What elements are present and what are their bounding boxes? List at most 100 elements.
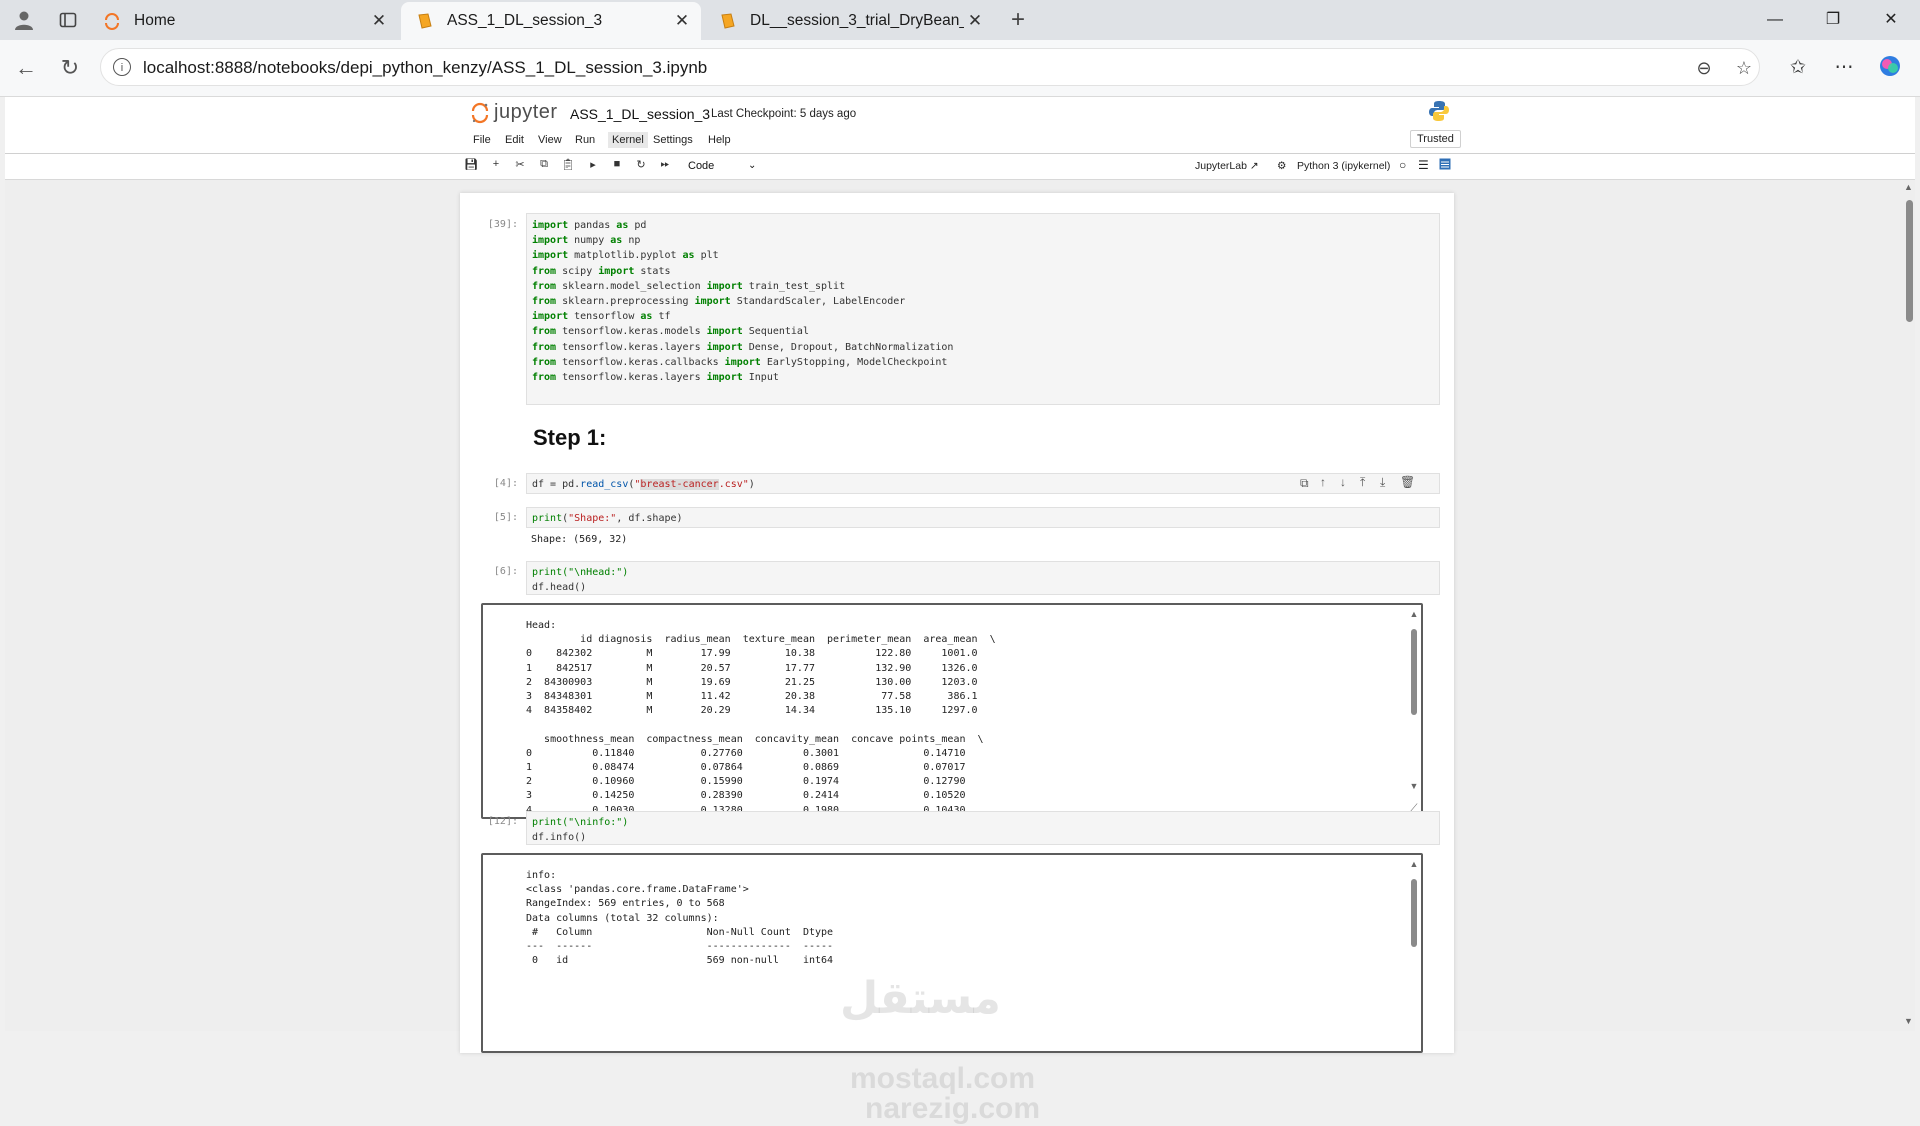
- address-text: localhost:8888/notebooks/depi_python_ken…: [143, 58, 708, 77]
- code-line-text: df.info(): [532, 832, 587, 844]
- favorite-star-icon[interactable]: ☆: [1733, 57, 1755, 79]
- profile-icon[interactable]: [12, 8, 36, 32]
- new-tab-icon[interactable]: +: [1006, 6, 1030, 33]
- tab-ass-1-dl-session-3[interactable]: ASS_1_DL_session_3 ✕: [401, 2, 701, 40]
- more-menu-icon[interactable]: ⋯: [1830, 54, 1858, 82]
- scroll-thumb[interactable]: [1906, 200, 1913, 322]
- refresh-icon[interactable]: ↻: [56, 54, 84, 82]
- zoom-icon[interactable]: ⊖: [1693, 57, 1715, 79]
- window-close-icon[interactable]: ✕: [1868, 8, 1914, 32]
- jupyterlab-link-label: JupyterLab: [1195, 160, 1247, 172]
- copy-icon[interactable]: ⧉: [536, 158, 552, 171]
- code-line: import pandas as pd: [532, 220, 647, 231]
- output-line: 2 0.10960 0.15990 0.1974 0.12790: [526, 776, 984, 788]
- cell-type-select[interactable]: Code ⌄: [688, 160, 756, 172]
- output-text: Head: id diagnosis radius_mean texture_m…: [526, 619, 996, 817]
- insert-cell-icon[interactable]: +: [488, 158, 504, 170]
- code-line: print("\ninfo:"): [532, 815, 1434, 830]
- scroll-down-icon[interactable]: ▼: [1409, 781, 1419, 791]
- python-logo-icon: [1429, 101, 1449, 121]
- jupyter-logo[interactable]: jupyter: [470, 101, 558, 124]
- minimize-icon[interactable]: —: [1752, 8, 1798, 32]
- insert-above-icon[interactable]: ⤒: [1360, 475, 1365, 490]
- output-line: 3 84348301 M 11.42 20.38 77.58 386.1: [526, 691, 996, 703]
- menu-settings[interactable]: Settings: [653, 134, 693, 146]
- paste-icon[interactable]: 📋︎: [560, 158, 576, 171]
- code-editor[interactable]: print("\ninfo:") df.info(): [526, 811, 1440, 845]
- code-editor[interactable]: print("Shape:", df.shape): [526, 507, 1440, 528]
- output-line: # Column Non-Null Count Dtype: [526, 926, 846, 938]
- output-line: Head:: [526, 620, 557, 631]
- list-icon[interactable]: ☰: [1418, 158, 1429, 172]
- code-line: print("Shape:", df.shape): [532, 513, 683, 524]
- close-icon[interactable]: ✕: [964, 11, 986, 31]
- jupyterlab-link[interactable]: JupyterLab ↗: [1195, 160, 1259, 172]
- browser-tab-bar: Home ✕ ASS_1_DL_session_3 ✕ DL__session_…: [0, 0, 1920, 40]
- insert-below-icon[interactable]: ⤓: [1380, 475, 1385, 490]
- scroll-up-icon[interactable]: ▲: [1409, 859, 1419, 869]
- code-line-text: print("\nHead:"): [532, 567, 629, 578]
- scroll-up-icon[interactable]: ▲: [1904, 182, 1913, 192]
- output-line: RangeIndex: 569 entries, 0 to 568: [526, 898, 725, 910]
- output-scrollbar[interactable]: ▲: [1407, 855, 1421, 1051]
- move-up-icon[interactable]: ↑: [1320, 475, 1326, 489]
- menu-help[interactable]: Help: [708, 134, 731, 146]
- delete-cell-icon[interactable]: 🗑︎: [1400, 475, 1415, 489]
- kernel-name[interactable]: Python 3 (ipykernel): [1297, 160, 1390, 172]
- tab-home[interactable]: Home ✕: [88, 2, 398, 40]
- output-scrollbar[interactable]: ▲ ▼ ⟋: [1407, 605, 1421, 817]
- copilot-icon[interactable]: [1876, 54, 1904, 82]
- menu-file[interactable]: File: [473, 134, 491, 146]
- scroll-thumb[interactable]: [1411, 629, 1417, 715]
- scroll-thumb[interactable]: [1411, 879, 1417, 947]
- cell-prompt: [39]:: [487, 219, 518, 230]
- close-icon[interactable]: ✕: [368, 11, 390, 31]
- close-icon[interactable]: ✕: [671, 11, 693, 31]
- tab-dl-session-3-trial[interactable]: DL__session_3_trial_DryBean_&_Ir ✕: [704, 2, 994, 40]
- cell-prompt: [12]:: [487, 816, 518, 827]
- code-line: df.info(): [532, 830, 1434, 845]
- menu-view[interactable]: View: [538, 134, 562, 146]
- notebook-panel: [39]: import pandas as pd import numpy a…: [460, 193, 1454, 1053]
- output-line: 2 84300903 M 19.69 21.25 130.00 1203.0: [526, 676, 996, 688]
- menu-edit[interactable]: Edit: [505, 134, 524, 146]
- sidebar-toggle-icon[interactable]: [1439, 158, 1451, 173]
- code-editor[interactable]: import pandas as pd import numpy as np i…: [526, 213, 1440, 405]
- tab-title: DL__session_3_trial_DryBean_&_Ir: [750, 12, 964, 29]
- notebook-title[interactable]: ASS_1_DL_session_3: [570, 106, 710, 122]
- output-line: 1 842517 M 20.57 17.77 132.90 1326.0: [526, 662, 996, 674]
- code-editor[interactable]: print("\nHead:") df.head(): [526, 561, 1440, 595]
- code-line: from tensorflow.keras.models import Sequ…: [532, 326, 809, 338]
- code-line-text: df.head(): [532, 582, 587, 594]
- save-icon[interactable]: 💾︎: [463, 158, 479, 171]
- trusted-badge[interactable]: Trusted: [1410, 130, 1461, 148]
- cut-icon[interactable]: ✂: [512, 158, 528, 171]
- menu-kernel[interactable]: Kernel: [608, 132, 648, 148]
- code-line: df = pd.read_csv("breast-cancer.csv"): [532, 479, 755, 490]
- restart-icon[interactable]: ↻: [633, 158, 649, 171]
- favorites-icon[interactable]: ✩: [1784, 54, 1812, 82]
- stop-icon[interactable]: ■: [609, 158, 625, 170]
- move-down-icon[interactable]: ↓: [1340, 475, 1346, 489]
- back-icon[interactable]: ←: [12, 54, 40, 82]
- scrolled-output[interactable]: Head: id diagnosis radius_mean texture_m…: [481, 603, 1423, 819]
- page-scrollbar[interactable]: ▲ ▼: [1903, 180, 1915, 1031]
- scroll-down-icon[interactable]: ▼: [1904, 1016, 1913, 1026]
- cell-type-value: Code: [688, 160, 715, 172]
- scroll-up-icon[interactable]: ▲: [1409, 609, 1419, 619]
- duplicate-cell-icon[interactable]: ⧉: [1300, 476, 1309, 491]
- settings-gear-icon[interactable]: ⚙: [1277, 160, 1286, 172]
- tab-title: ASS_1_DL_session_3: [447, 12, 603, 29]
- menu-run[interactable]: Run: [575, 134, 595, 146]
- run-icon[interactable]: ▸: [585, 158, 601, 171]
- restore-icon[interactable]: ❐: [1810, 8, 1856, 32]
- restart-run-all-icon[interactable]: ⏩︎: [657, 158, 673, 171]
- output-line: Data columns (total 32 columns):: [526, 912, 719, 924]
- address-field[interactable]: i localhost:8888/notebooks/depi_python_k…: [100, 48, 1760, 86]
- output-line: 0 0.11840 0.27760 0.3001 0.14710: [526, 747, 984, 759]
- markdown-heading: Step 1:: [533, 425, 607, 450]
- notebook-tab-icon: [718, 11, 738, 31]
- code-line: from scipy import stats: [532, 265, 671, 277]
- info-icon[interactable]: i: [113, 58, 131, 76]
- tab-actions-icon[interactable]: [56, 8, 80, 32]
